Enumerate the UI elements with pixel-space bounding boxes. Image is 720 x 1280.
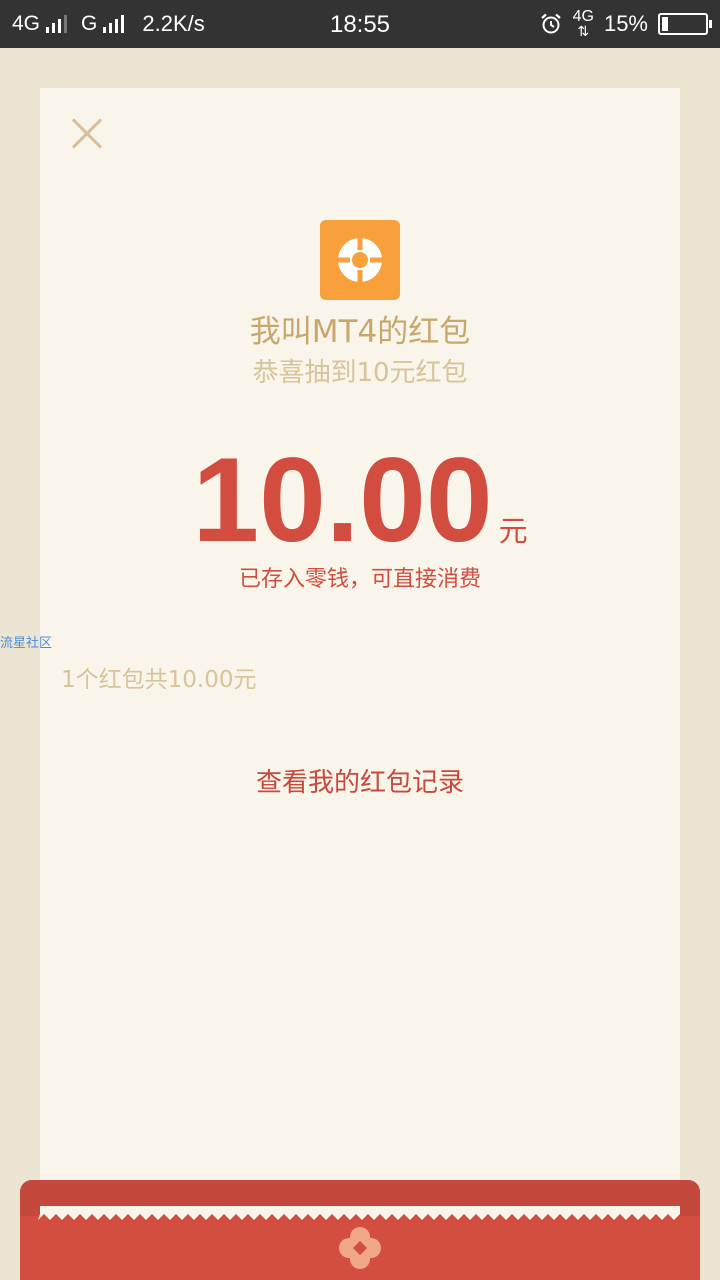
amount-unit: 元	[498, 514, 528, 548]
close-icon[interactable]	[66, 114, 106, 154]
watermark-text: 流星社区	[0, 636, 53, 651]
signal-strength-secondary-icon	[103, 15, 125, 33]
torn-edge	[38, 1206, 680, 1220]
data-arrows-icon: ⇅	[577, 23, 590, 39]
packet-summary: 1个红包共10.00元	[61, 667, 257, 693]
greeting-text: 恭喜抽到10元红包	[252, 358, 468, 388]
amount-row: 10.00 元	[0, 432, 720, 568]
amount-value: 10.00	[192, 433, 493, 567]
network-speed: 2.2K/s	[142, 11, 205, 36]
battery-icon	[658, 13, 712, 35]
data-network-label: 4G	[572, 8, 594, 25]
status-right: 4G ⇅ 15%	[539, 0, 712, 48]
view-records-link[interactable]: 查看我的红包记录	[0, 762, 720, 804]
signal-strength-icon	[46, 15, 68, 33]
torn-edge-path	[38, 1206, 680, 1220]
data-activity-indicator: 4G ⇅	[572, 8, 594, 39]
sender-title: 我叫MT4的红包	[249, 314, 471, 350]
stored-note: 已存入零钱，可直接消费	[238, 567, 481, 592]
status-left: 4G G 2.2K/s	[12, 0, 205, 48]
network-type-primary: 4G	[12, 12, 41, 35]
status-bar: 4G G 2.2K/s 18:55 4G ⇅ 15%	[0, 0, 720, 48]
app-logo-icon	[320, 220, 400, 300]
alarm-icon	[540, 13, 561, 34]
flower-icon	[339, 1227, 381, 1269]
battery-percent: 15%	[603, 11, 648, 36]
battery-level-fill	[662, 17, 668, 31]
network-type-secondary: G	[81, 12, 98, 35]
